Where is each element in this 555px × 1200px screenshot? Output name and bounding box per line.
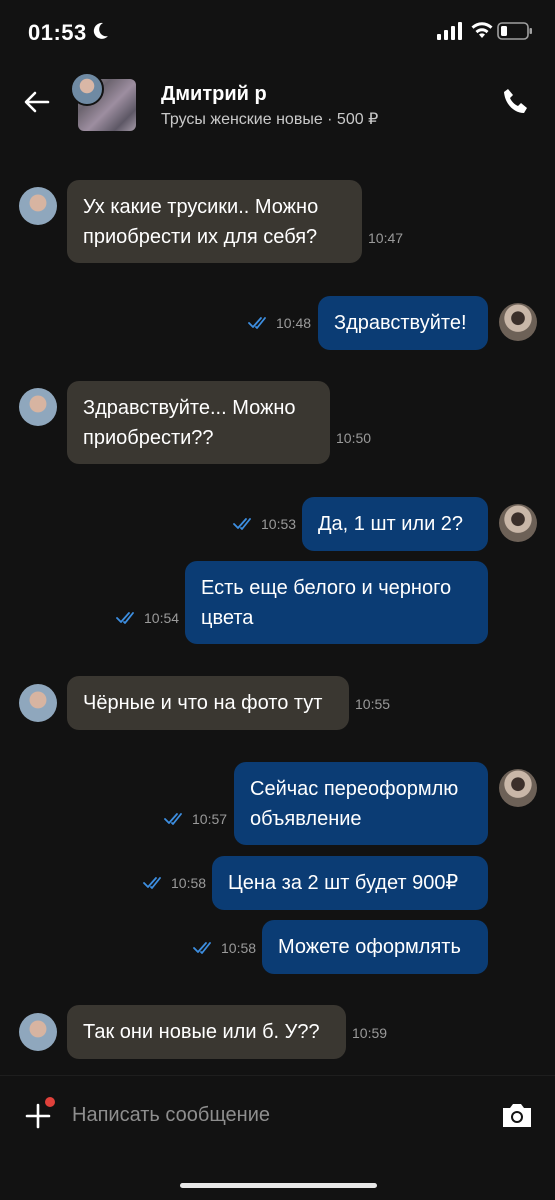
double-check-icon (193, 942, 211, 954)
message-text: Есть еще белого и черного цвета (201, 577, 452, 629)
contact-avatar[interactable] (70, 72, 104, 106)
message-time: 10:59 (352, 1025, 388, 1041)
wifi-icon (471, 22, 493, 38)
my-avatar (499, 769, 537, 807)
message-text: Да, 1 шт или 2? (318, 513, 464, 535)
message-meta: 10:58 (143, 875, 206, 891)
message-meta: 10:55 (355, 696, 390, 712)
listing-subtitle[interactable]: Трусы женские новые · 500 ₽ (161, 109, 378, 129)
cellular-signal-icon (437, 22, 462, 40)
message-meta: 10:50 (336, 430, 371, 446)
my-avatar (499, 504, 537, 542)
phone-icon[interactable] (500, 86, 532, 118)
message-time: 10:58 (221, 940, 257, 956)
message-bubble[interactable]: Здравствуйте... Можно приобрести?? (67, 381, 330, 464)
message-bubble[interactable]: Цена за 2 шт будет 900₽ (212, 856, 488, 910)
message-text: Сейчас переоформлю объявление (250, 778, 459, 830)
message-text: Здравствуйте... Можно приобрести?? (83, 397, 296, 449)
message-text: Ух какие трусики.. Можно приобрести их д… (83, 196, 319, 248)
message-composer: Написать сообщение (0, 1075, 555, 1156)
sender-avatar[interactable] (19, 1013, 57, 1051)
sender-avatar[interactable] (19, 187, 57, 225)
message-meta: 10:59 (352, 1025, 387, 1041)
message-time: 10:55 (355, 696, 391, 712)
message-bubble[interactable]: Здравствуйте! (318, 296, 488, 350)
moon-icon (93, 22, 108, 39)
sender-avatar[interactable] (19, 388, 57, 426)
message-bubble[interactable]: Сейчас переоформлю объявление (234, 762, 488, 845)
message-meta: 10:58 (193, 940, 256, 956)
chat-header: Дмитрий р Трусы женские новые · 500 ₽ (0, 62, 555, 148)
double-check-icon (143, 877, 161, 889)
message-bubble[interactable]: Можете оформлять (262, 920, 488, 974)
double-check-icon (164, 813, 182, 825)
status-time: 01:53 (28, 20, 87, 45)
message-bubble[interactable]: Так они новые или б. У?? (67, 1005, 346, 1059)
message-time: 10:53 (261, 516, 297, 532)
message-text: Здравствуйте! (334, 312, 467, 334)
message-time: 10:57 (192, 811, 228, 827)
message-meta: 10:53 (233, 516, 296, 532)
notification-dot (45, 1097, 55, 1107)
message-time: 10:47 (368, 230, 404, 246)
my-avatar (499, 303, 537, 341)
message-input[interactable]: Написать сообщение (72, 1104, 270, 1127)
message-meta: 10:48 (248, 315, 311, 331)
camera-icon[interactable] (500, 1100, 534, 1130)
message-time: 10:58 (171, 875, 207, 891)
message-text: Чёрные и что на фото тут (83, 692, 323, 714)
message-text: Цена за 2 шт будет 900₽ (228, 872, 459, 894)
message-text: Можете оформлять (278, 936, 461, 958)
message-time: 10:54 (144, 610, 180, 626)
contact-name[interactable]: Дмитрий р (161, 83, 267, 106)
message-bubble[interactable]: Чёрные и что на фото тут (67, 676, 349, 730)
double-check-icon (248, 317, 266, 329)
back-arrow-icon[interactable] (22, 87, 52, 117)
double-check-icon (116, 612, 134, 624)
home-indicator[interactable] (180, 1183, 377, 1188)
message-text: Так они новые или б. У?? (83, 1021, 320, 1043)
message-bubble[interactable]: Ух какие трусики.. Можно приобрести их д… (67, 180, 362, 263)
battery-icon (497, 22, 532, 40)
message-time: 10:48 (276, 315, 312, 331)
double-check-icon (233, 518, 251, 530)
message-meta: 10:54 (116, 610, 179, 626)
message-meta: 10:47 (368, 230, 403, 246)
status-bar: 01:53 (0, 0, 555, 62)
message-bubble[interactable]: Есть еще белого и черного цвета (185, 561, 488, 644)
message-meta: 10:57 (164, 811, 227, 827)
message-bubble[interactable]: Да, 1 шт или 2? (302, 497, 488, 551)
message-time: 10:50 (336, 430, 372, 446)
sender-avatar[interactable] (19, 684, 57, 722)
